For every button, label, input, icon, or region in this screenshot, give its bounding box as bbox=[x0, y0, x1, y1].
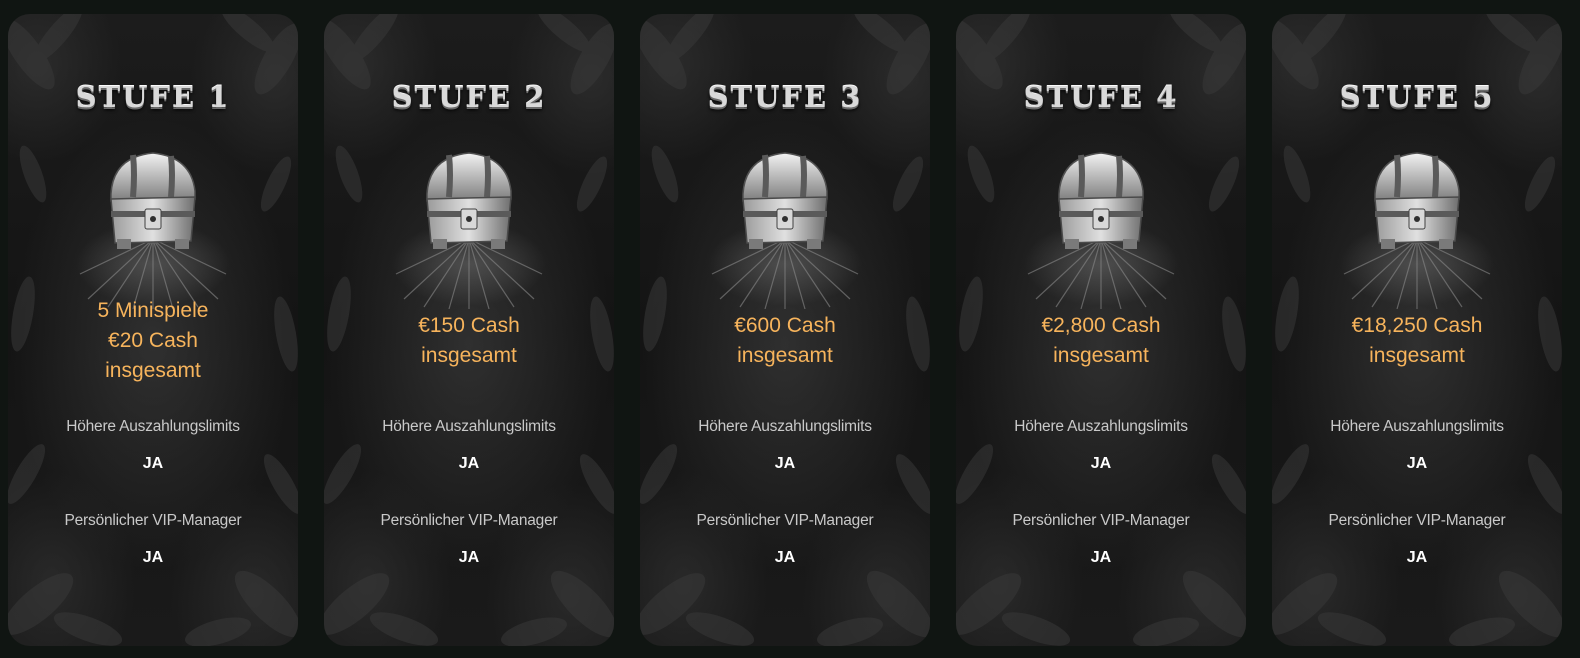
feature-value-payout-limits: JA bbox=[1406, 455, 1428, 472]
reward-line: insgesamt bbox=[421, 344, 517, 367]
feature-label-payout-limits: Höhere Auszahlungslimits bbox=[66, 418, 240, 435]
feature-value-payout-limits: JA bbox=[774, 455, 796, 472]
level-title: STUFE 1 bbox=[75, 80, 231, 114]
feature-value-vip-manager: JA bbox=[458, 549, 480, 566]
reward-line: insgesamt bbox=[1053, 344, 1149, 367]
reward-text: €600 Cash insgesamt bbox=[640, 311, 930, 371]
level-card-4: STUFE 4 €2,800 Cash insgesamt Höhere Aus… bbox=[956, 14, 1246, 646]
feature-value-vip-manager: JA bbox=[1090, 549, 1112, 566]
level-card-5: STUFE 5 €18,250 Cash insgesamt Höhere Au… bbox=[1272, 14, 1562, 646]
reward-line: €2,800 Cash bbox=[1041, 314, 1161, 337]
feature-label-payout-limits: Höhere Auszahlungslimits bbox=[1014, 418, 1188, 435]
reward-line: €20 Cash bbox=[108, 329, 198, 352]
feature-value-vip-manager: JA bbox=[142, 549, 164, 566]
reward-line: insgesamt bbox=[737, 344, 833, 367]
feature-label-payout-limits: Höhere Auszahlungslimits bbox=[382, 418, 556, 435]
reward-line: insgesamt bbox=[105, 359, 201, 382]
reward-text: €150 Cash insgesamt bbox=[324, 311, 614, 371]
feature-value-payout-limits: JA bbox=[458, 455, 480, 472]
treasure-chest-icon bbox=[110, 152, 196, 249]
level-card-1: STUFE 1 5 Minispiele €20 Cash insgesamt … bbox=[8, 14, 298, 646]
reward-line: €18,250 Cash bbox=[1351, 314, 1483, 337]
reward-line: €150 Cash bbox=[418, 314, 520, 337]
level-title: STUFE 4 bbox=[1023, 80, 1179, 114]
feature-label-vip-manager: Persönlicher VIP-Manager bbox=[696, 512, 874, 529]
feature-label-payout-limits: Höhere Auszahlungslimits bbox=[698, 418, 872, 435]
feature-label-vip-manager: Persönlicher VIP-Manager bbox=[64, 512, 242, 529]
feature-value-payout-limits: JA bbox=[142, 455, 164, 472]
feature-label-vip-manager: Persönlicher VIP-Manager bbox=[380, 512, 558, 529]
treasure-chest-icon bbox=[742, 152, 828, 249]
level-title: STUFE 5 bbox=[1339, 80, 1495, 114]
feature-label-payout-limits: Höhere Auszahlungslimits bbox=[1330, 418, 1504, 435]
reward-text: 5 Minispiele €20 Cash insgesamt bbox=[8, 296, 298, 386]
feature-value-vip-manager: JA bbox=[1406, 549, 1428, 566]
vip-levels-row: STUFE 1 5 Minispiele €20 Cash insgesamt … bbox=[0, 0, 1580, 658]
level-card-2: STUFE 2 €150 Cash insgesamt Höhere Ausza… bbox=[324, 14, 614, 646]
level-card-3: STUFE 3 €600 Cash insgesamt Höhere Ausza… bbox=[640, 14, 930, 646]
reward-line: insgesamt bbox=[1369, 344, 1465, 367]
level-title: STUFE 3 bbox=[707, 80, 863, 114]
level-title: STUFE 2 bbox=[391, 80, 547, 114]
reward-line: €600 Cash bbox=[734, 314, 836, 337]
reward-text: €2,800 Cash insgesamt bbox=[956, 311, 1246, 371]
feature-label-vip-manager: Persönlicher VIP-Manager bbox=[1012, 512, 1190, 529]
treasure-chest-icon bbox=[1374, 152, 1460, 249]
feature-label-vip-manager: Persönlicher VIP-Manager bbox=[1328, 512, 1506, 529]
reward-text: €18,250 Cash insgesamt bbox=[1272, 311, 1562, 371]
treasure-chest-icon bbox=[1058, 152, 1144, 249]
feature-value-vip-manager: JA bbox=[774, 549, 796, 566]
treasure-chest-icon bbox=[426, 152, 512, 249]
reward-line: 5 Minispiele bbox=[97, 299, 209, 322]
feature-value-payout-limits: JA bbox=[1090, 455, 1112, 472]
